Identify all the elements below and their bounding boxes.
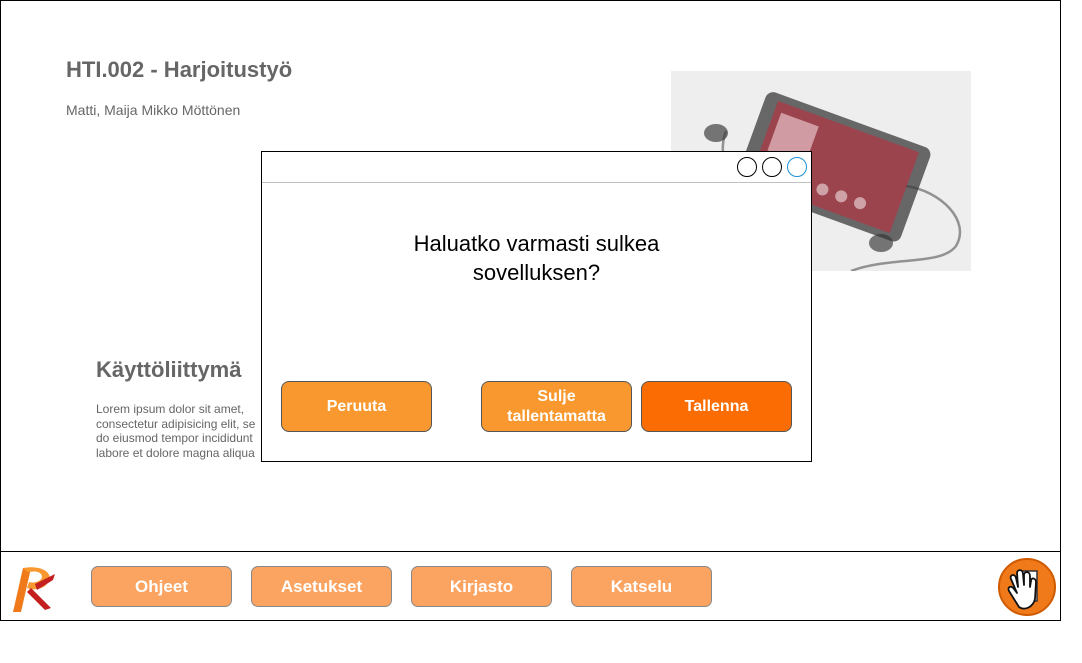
dialog-message: Haluatko varmasti sulkea sovelluksen?	[413, 231, 660, 285]
app-window: HTI.002 - Harjoitustyö Matti, Maija Mikk…	[0, 0, 1061, 621]
app-logo-icon	[5, 562, 61, 616]
close-without-saving-button[interactable]: Sulje tallentamatta	[481, 381, 632, 432]
bottom-toolbar: Ohjeet Asetukset Kirjasto Katselu	[1, 551, 1060, 621]
minimize-icon[interactable]	[737, 157, 757, 177]
cancel-button[interactable]: Peruuta	[281, 381, 432, 432]
slide-title: HTI.002 - Harjoitustyö	[66, 57, 293, 82]
maximize-icon[interactable]	[762, 157, 782, 177]
save-button[interactable]: Tallenna	[641, 381, 792, 432]
slide-authors: Matti, Maija Mikko Möttönen	[66, 102, 241, 118]
section-body-text: Lorem ipsum dolor sit amet, consectetur …	[96, 402, 256, 460]
exit-hand-icon[interactable]	[997, 557, 1057, 617]
toolbar-button-ohjeet[interactable]: Ohjeet	[91, 566, 232, 607]
section-heading: Käyttöliittymä	[96, 357, 242, 382]
toolbar-button-asetukset[interactable]: Asetukset	[251, 566, 392, 607]
toolbar-button-kirjasto[interactable]: Kirjasto	[411, 566, 552, 607]
close-confirmation-dialog: Haluatko varmasti sulkea sovelluksen? Pe…	[261, 151, 812, 462]
dialog-titlebar	[262, 152, 811, 183]
toolbar-button-katselu[interactable]: Katselu	[571, 566, 712, 607]
close-icon[interactable]	[787, 157, 807, 177]
